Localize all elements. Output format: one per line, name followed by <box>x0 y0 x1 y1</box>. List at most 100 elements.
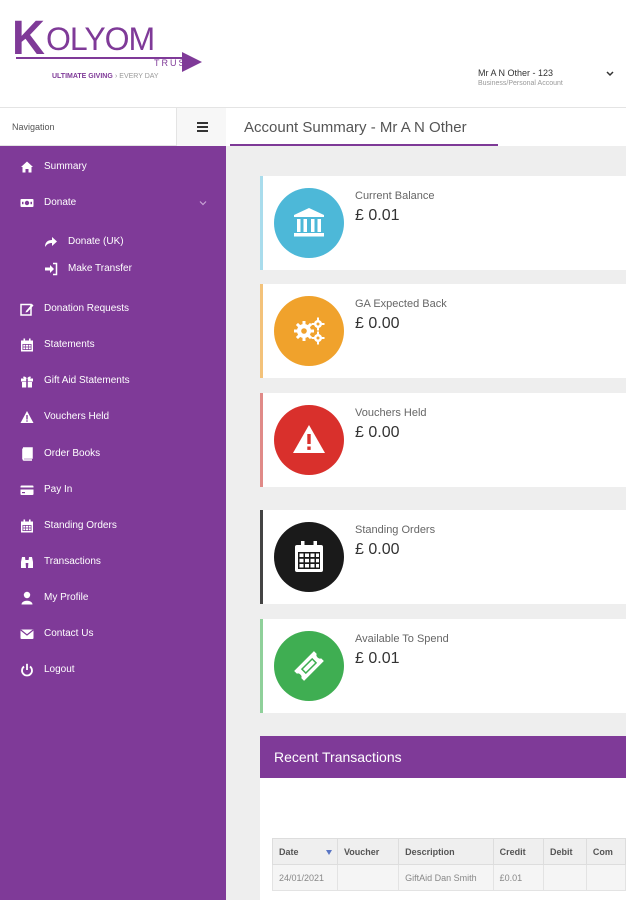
share-arrow-icon <box>45 237 57 247</box>
cell-date: 24/01/2021 <box>272 864 338 891</box>
card-label: Standing Orders <box>355 524 436 536</box>
warning-icon <box>293 425 325 453</box>
chevron-down-icon[interactable] <box>604 68 616 80</box>
app-header: K OLYOM TRUST ULTIMATE GIVING › EVERY DA… <box>0 0 626 108</box>
sidebar-item-my-profile[interactable]: My Profile <box>0 584 226 612</box>
sidebar-item-label: Gift Aid Statements <box>44 375 130 386</box>
recent-transactions-header: Recent Transactions <box>260 736 626 778</box>
calendar-icon <box>295 541 323 572</box>
sidebar-item-label: My Profile <box>44 592 89 603</box>
navigation-header: Navigation <box>0 108 226 146</box>
sidebar-item-label: Pay In <box>44 484 73 495</box>
summary-card-vouchers-held[interactable]: Vouchers Held £ 0.00 <box>260 393 626 487</box>
calendar-icon <box>21 519 33 533</box>
card-icon-circle <box>274 631 344 701</box>
sidebar-item-label: Vouchers Held <box>44 411 110 422</box>
recent-transactions-title: Recent Transactions <box>274 749 402 765</box>
card-icon-circle <box>274 522 344 592</box>
sidebar-item-statements[interactable]: Statements <box>0 331 226 359</box>
card-value: £ 0.00 <box>355 424 400 441</box>
column-header-date[interactable]: Date <box>272 838 338 865</box>
sidebar-item-summary[interactable]: Summary <box>0 153 226 181</box>
cell-voucher <box>336 864 400 891</box>
main-content: Current Balance £ 0.01 GA Expected Back … <box>226 146 626 900</box>
gears-icon <box>294 317 325 345</box>
sidebar-item-label: Statements <box>44 339 95 350</box>
sidebar-item-label: Donation Requests <box>44 303 130 314</box>
column-header-voucher[interactable]: Voucher <box>336 838 400 865</box>
sidebar-item-donate[interactable]: Donate <box>0 189 226 217</box>
card-value: £ 0.01 <box>355 207 400 224</box>
sort-desc-icon <box>325 850 332 855</box>
column-header-debit[interactable]: Debit <box>542 838 587 865</box>
svg-text:TRUST: TRUST <box>154 58 194 68</box>
page-title-bar: Account Summary - Mr A N Other <box>226 108 626 146</box>
warning-icon <box>20 411 34 423</box>
sidebar-item-contact-us[interactable]: Contact Us <box>0 620 226 648</box>
table-row[interactable]: 24/01/2021 GiftAid Dan Smith £0.01 <box>272 864 626 891</box>
sidebar-item-label: Make Transfer <box>68 263 132 274</box>
cell-debit <box>542 864 587 891</box>
column-header-description[interactable]: Description <box>398 838 494 865</box>
account-type: Business/Personal Account <box>478 80 563 87</box>
transactions-table: Date Voucher Description Credit Debit Co… <box>272 838 626 891</box>
sidebar-item-label: Standing Orders <box>44 520 117 531</box>
sidebar-item-logout[interactable]: Logout <box>0 656 226 684</box>
svg-text:OLYOM: OLYOM <box>46 21 154 57</box>
card-value: £ 0.00 <box>355 541 400 558</box>
table-header-row: Date Voucher Description Credit Debit Co… <box>272 838 626 865</box>
sidebar-item-label: Contact Us <box>44 628 94 639</box>
sidebar-item-make-transfer[interactable]: Make Transfer <box>0 255 226 283</box>
card-label: Available To Spend <box>355 633 449 645</box>
home-icon <box>21 161 33 173</box>
card-icon-circle <box>274 405 344 475</box>
cell-description: GiftAid Dan Smith <box>398 864 494 891</box>
sidebar-item-transactions[interactable]: Transactions <box>0 548 226 576</box>
sidebar-item-standing-orders[interactable]: Standing Orders <box>0 512 226 540</box>
sidebar-item-label: Transactions <box>44 556 101 567</box>
sidebar-item-label: Donate <box>44 197 77 208</box>
card-icon-circle <box>274 188 344 258</box>
card-value: £ 0.00 <box>355 315 400 332</box>
card-icon-circle <box>274 296 344 366</box>
sidebar-item-label: Logout <box>44 664 75 675</box>
hamburger-icon[interactable] <box>176 108 226 146</box>
card-label: Current Balance <box>355 190 435 202</box>
svg-text:K: K <box>12 11 45 64</box>
user-name: Mr A N Other - 123 <box>478 68 554 78</box>
sign-in-icon <box>45 262 58 276</box>
card-label: GA Expected Back <box>355 298 447 310</box>
user-icon <box>21 591 33 605</box>
navigation-label: Navigation <box>12 122 55 132</box>
sidebar-item-pay-in[interactable]: Pay In <box>0 476 226 504</box>
cell-credit: £0.01 <box>492 864 544 891</box>
binoculars-icon <box>21 557 33 568</box>
recent-transactions-panel: Recent Transactions Date Voucher Descrip… <box>260 736 626 900</box>
card-value: £ 0.01 <box>355 650 400 667</box>
power-icon <box>21 663 33 677</box>
sidebar-item-donate-uk[interactable]: Donate (UK) <box>0 228 226 256</box>
sidebar-item-label: Donate (UK) <box>68 236 124 247</box>
sidebar-item-label: Summary <box>44 161 87 172</box>
column-header-comment[interactable]: Com <box>585 838 626 865</box>
card-label: Vouchers Held <box>355 407 427 419</box>
sidebar-item-donation-requests[interactable]: Donation Requests <box>0 295 226 323</box>
kolyom-trust-logo[interactable]: K OLYOM TRUST ULTIMATE GIVING › EVERY DA… <box>12 8 212 88</box>
sidebar-item-vouchers-held[interactable]: Vouchers Held <box>0 403 226 431</box>
column-header-credit[interactable]: Credit <box>492 838 544 865</box>
bank-icon <box>294 208 324 237</box>
sidebar-item-gift-aid-statements[interactable]: Gift Aid Statements <box>0 367 226 395</box>
page-title: Account Summary - Mr A N Other <box>244 119 467 136</box>
chevron-down-icon <box>199 201 207 206</box>
ticket-icon <box>294 651 324 681</box>
sidebar-item-label: Order Books <box>44 448 101 459</box>
sidebar-item-order-books[interactable]: Order Books <box>0 440 226 468</box>
credit-card-icon <box>20 485 34 495</box>
svg-text:› EVERY DAY: › EVERY DAY <box>115 73 159 80</box>
user-account-menu[interactable]: Mr A N Other - 123 Business/Personal Acc… <box>478 66 626 92</box>
money-icon <box>20 199 34 207</box>
summary-card-ga-expected-back[interactable]: GA Expected Back £ 0.00 <box>260 284 626 378</box>
summary-card-standing-orders[interactable]: Standing Orders £ 0.00 <box>260 510 626 604</box>
summary-card-available-to-spend[interactable]: Available To Spend £ 0.01 <box>260 619 626 713</box>
summary-card-current-balance[interactable]: Current Balance £ 0.01 <box>260 176 626 270</box>
